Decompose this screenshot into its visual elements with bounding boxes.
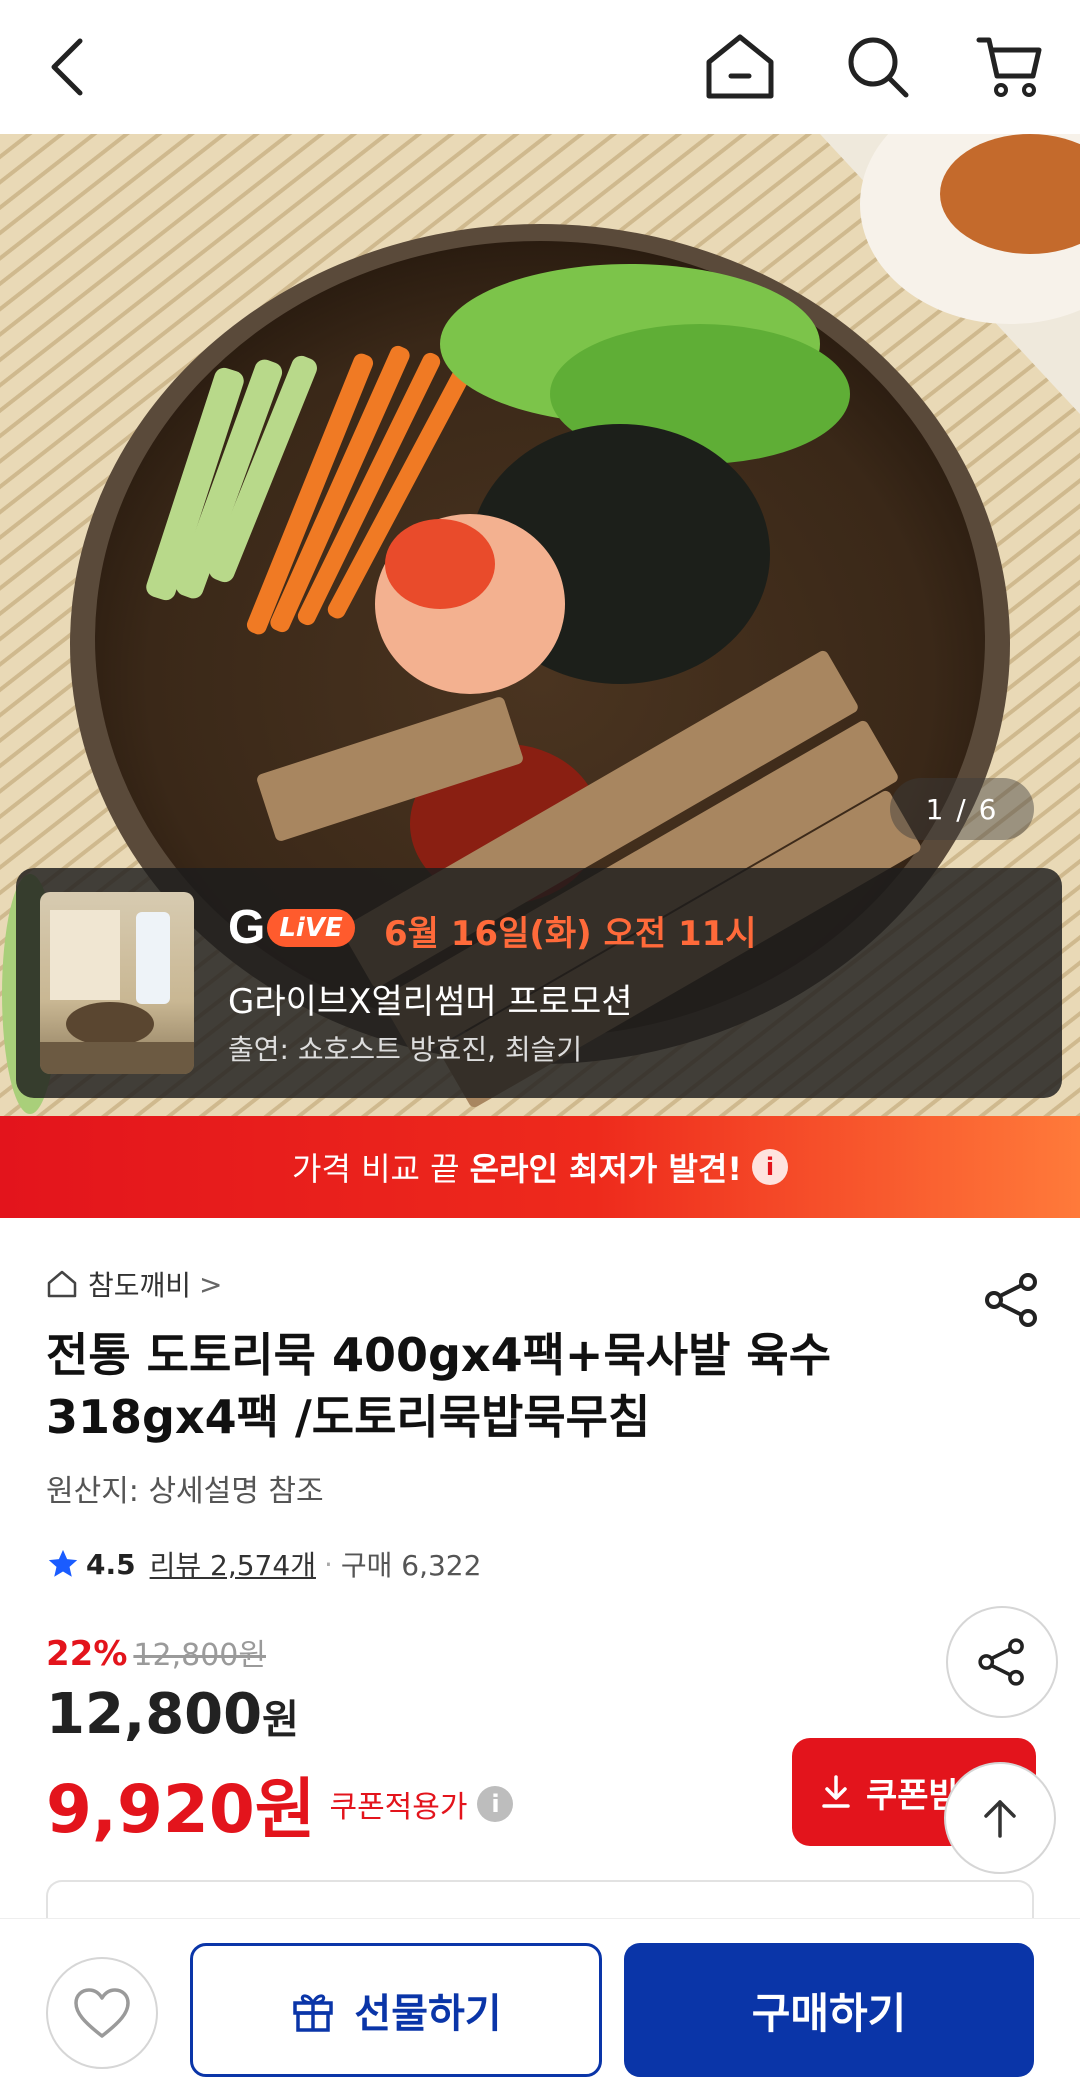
price-compare-banner[interactable]: 가격 비교 끝 온라인 최저가 발견! i (0, 1116, 1080, 1218)
wishlist-button[interactable] (46, 1957, 158, 2069)
live-broadcast-banner[interactable]: G LiVE 6월 16일(화) 오전 11시 G라이브X얼리썸머 프로모션 출… (16, 868, 1062, 1098)
share-icon (978, 1638, 1024, 1686)
live-thumbnail (40, 892, 194, 1074)
share-icon (985, 1273, 1037, 1327)
glive-letter: G (228, 901, 266, 954)
chevron-right-icon: > (199, 1267, 223, 1301)
purchase-count: 구매 6,322 (340, 1549, 482, 1582)
gift-icon (293, 1994, 334, 2032)
rating-row: 4.5 리뷰 2,574개 · 구매 6,322 (46, 1544, 481, 1584)
info-icon[interactable]: i (751, 1149, 788, 1185)
search-icon (848, 37, 909, 98)
image-page-indicator: 1 / 6 (890, 778, 1034, 840)
gift-button[interactable]: 선물하기 (190, 1943, 602, 2077)
back-button[interactable] (28, 27, 108, 107)
live-cast: 출연: 쇼호스트 방효진, 최슬기 (228, 1033, 583, 1066)
live-date: 6월 16일(화) 오전 11시 (384, 914, 757, 954)
discount-row: 22% 12,800원 (46, 1630, 266, 1674)
product-title: 전통 도토리묵 400gx4팩+묵사발 육수 318gx4팩 /도토리묵밥묵무침 (46, 1328, 832, 1444)
share-button-top[interactable] (980, 1268, 1044, 1332)
star-icon (48, 1549, 78, 1577)
sale-price-value: 12,800 (46, 1682, 263, 1747)
coupon-price-label: 쿠폰적용가 (329, 1790, 468, 1825)
cart-icon (976, 37, 1042, 97)
product-image-carousel[interactable]: 1 / 6 G LiVE 6월 16일(화) 오전 11시 G라이브X얼리썸머 … (0, 134, 1080, 1116)
share-button[interactable] (946, 1606, 1058, 1718)
sale-price-unit: 원 (262, 1697, 299, 1743)
original-price: 12,800원 (133, 1638, 266, 1673)
coupon-info-icon[interactable]: i (477, 1786, 514, 1822)
sale-price: 12,800원 (46, 1682, 299, 1747)
top-bar (0, 0, 1080, 134)
coupon-price: 9,920원 (46, 1771, 316, 1848)
download-icon (822, 1775, 850, 1808)
coupon-price-row: 9,920원 쿠폰적용가 i (46, 1756, 514, 1852)
back-icon (51, 38, 83, 96)
separator-dot: · (323, 1547, 333, 1581)
arrow-up-icon (984, 1800, 1016, 1838)
store-link[interactable]: 참도깨비 > (46, 1264, 223, 1304)
review-count-link[interactable]: 리뷰 2,574개 (150, 1544, 316, 1584)
live-thumbnail-image (40, 910, 194, 1074)
heart-icon (74, 1988, 130, 2038)
discount-percent: 22% (46, 1634, 128, 1674)
store-name: 참도깨비 (88, 1269, 192, 1302)
cart-button[interactable] (970, 27, 1050, 107)
buy-button[interactable]: 구매하기 (624, 1943, 1034, 2077)
compare-highlight: 온라인 최저가 발견! (469, 1150, 742, 1188)
glive-logo: G LiVE (228, 900, 355, 955)
search-button[interactable] (838, 27, 918, 107)
gift-button-label: 선물하기 (354, 1991, 502, 2037)
bottom-action-bar: 선물하기 구매하기 (0, 1918, 1080, 2100)
compare-text: 가격 비교 끝 (292, 1150, 460, 1188)
store-home-icon (47, 1270, 77, 1298)
live-title: G라이브X얼리썸머 프로모션 (228, 982, 633, 1022)
product-origin: 원산지: 상세설명 참조 (46, 1474, 324, 1509)
buy-button-label: 구매하기 (751, 1988, 907, 2038)
home-button[interactable] (700, 27, 780, 107)
rating-score: 4.5 (86, 1547, 136, 1581)
home-icon (706, 34, 774, 99)
live-badge: LiVE (267, 908, 355, 947)
scroll-to-top-button[interactable] (944, 1762, 1056, 1874)
